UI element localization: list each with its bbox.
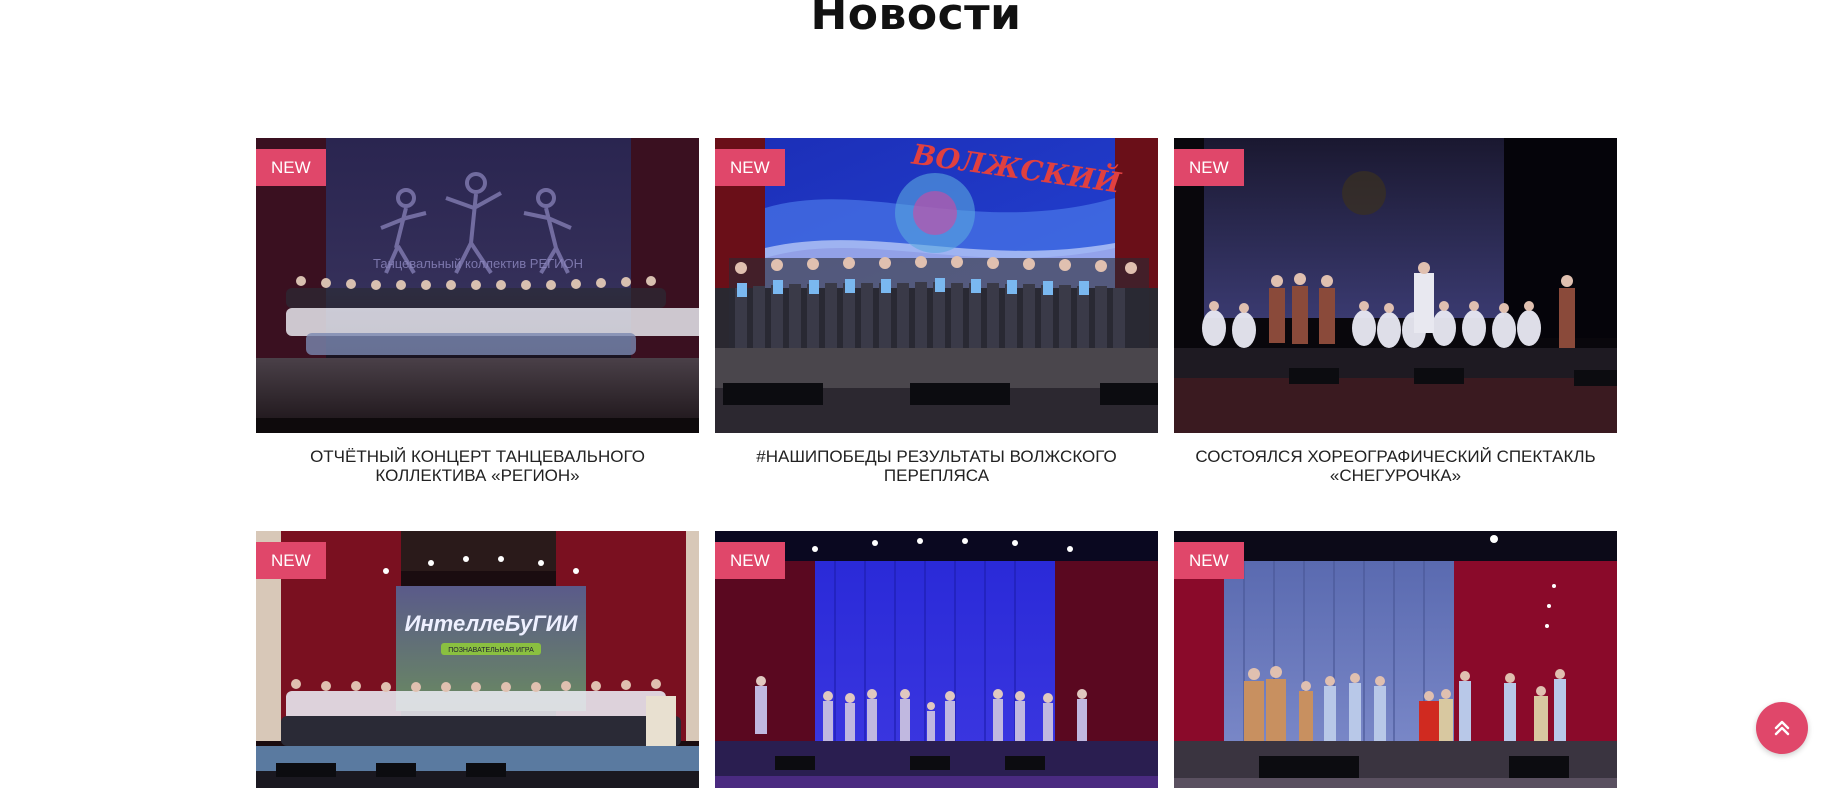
news-card-title[interactable]: #НАШИПОБЕДЫ РЕЗУЛЬТАТЫ ВОЛЖСКОГО ПЕРЕПЛЯ… bbox=[729, 447, 1144, 485]
new-badge: NEW bbox=[715, 149, 785, 186]
news-card-image[interactable]: ИнтеллеБуГИИ ПОЗНАВАТЕЛЬНАЯ ИГРА NEW bbox=[256, 531, 699, 788]
news-card[interactable]: NEW СОСТОЯЛСЯ ХОРЕОГРАФИЧЕСКИЙ СПЕКТАКЛЬ… bbox=[1174, 138, 1617, 531]
double-chevron-up-icon bbox=[1774, 720, 1790, 736]
news-card[interactable]: ИнтеллеБуГИИ ПОЗНАВАТЕЛЬНАЯ ИГРА NEW bbox=[256, 531, 699, 791]
backdrop-text: Танцевальный коллектив РЕГИОН bbox=[373, 256, 583, 271]
backdrop-subtext: ПОЗНАВАТЕЛЬНАЯ ИГРА bbox=[448, 647, 534, 654]
new-badge: NEW bbox=[256, 149, 326, 186]
news-card[interactable]: NEW bbox=[715, 531, 1158, 791]
page-title: Новости bbox=[810, 0, 1022, 40]
new-badge: NEW bbox=[1174, 149, 1244, 186]
news-card-title[interactable]: СОСТОЯЛСЯ ХОРЕОГРАФИЧЕСКИЙ СПЕКТАКЛЬ «СН… bbox=[1188, 447, 1603, 485]
news-card-image[interactable]: NEW bbox=[1174, 138, 1617, 433]
news-card[interactable]: ВОЛЖСКИЙ NEW #НАШИПОБЕДЫ РЕЗУЛЬТАТЫ ВОЛЖ… bbox=[715, 138, 1158, 531]
new-badge: NEW bbox=[1174, 542, 1244, 579]
new-badge: NEW bbox=[256, 542, 326, 579]
news-card[interactable]: Танцевальный коллектив РЕГИОН NEW ОТЧЁТН… bbox=[256, 138, 699, 531]
news-card-image[interactable]: ВОЛЖСКИЙ NEW bbox=[715, 138, 1158, 433]
news-card-title[interactable]: ОТЧЁТНЫЙ КОНЦЕРТ ТАНЦЕВАЛЬНОГО КОЛЛЕКТИВ… bbox=[270, 447, 685, 485]
news-grid: Танцевальный коллектив РЕГИОН NEW ОТЧЁТН… bbox=[256, 138, 1618, 791]
news-card-image[interactable]: NEW bbox=[1174, 531, 1617, 788]
new-badge: NEW bbox=[715, 542, 785, 579]
backdrop-text: ИнтеллеБуГИИ bbox=[405, 611, 579, 636]
news-card[interactable]: NEW bbox=[1174, 531, 1617, 791]
news-card-image[interactable]: Танцевальный коллектив РЕГИОН NEW bbox=[256, 138, 699, 433]
news-card-image[interactable]: NEW bbox=[715, 531, 1158, 788]
scroll-to-top-button[interactable] bbox=[1756, 702, 1808, 754]
